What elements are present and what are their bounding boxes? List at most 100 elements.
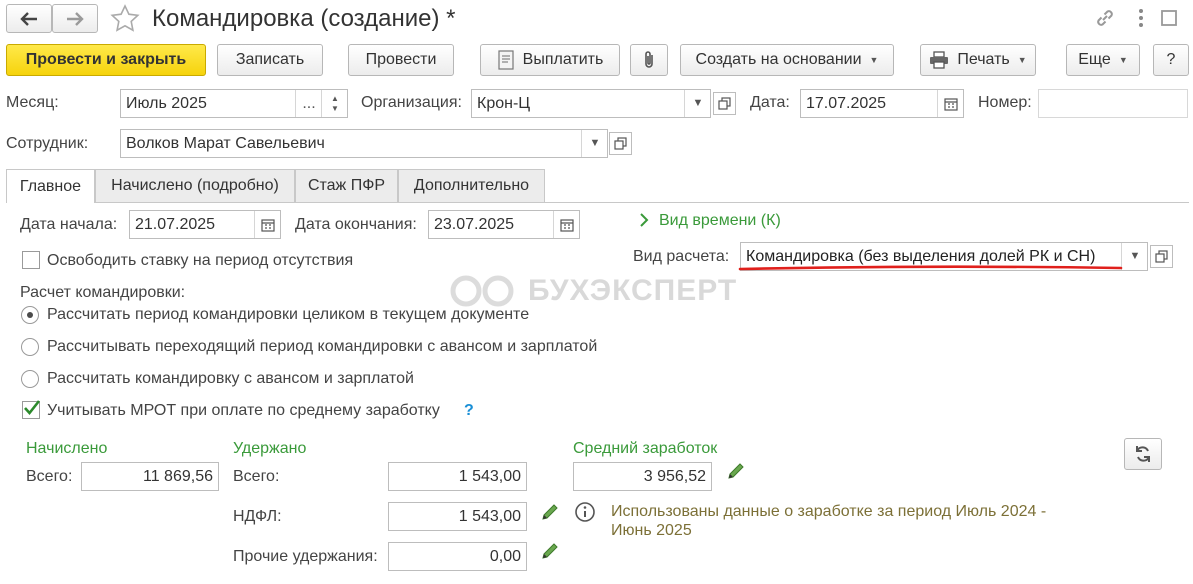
watermark-text: БУХЭКСПЕРТ (528, 274, 738, 307)
document-icon (498, 50, 514, 70)
attach-button[interactable] (630, 44, 668, 76)
radio-option-3[interactable] (21, 370, 39, 388)
start-date-field[interactable]: 21.07.2025 (129, 210, 281, 239)
radio-option-1[interactable] (21, 306, 39, 324)
chevron-up-icon[interactable]: ▲ (331, 94, 339, 104)
calendar-icon[interactable] (254, 211, 280, 238)
maximize-icon[interactable] (1159, 8, 1179, 28)
free-rate-label: Освободить ставку на период отсутствия (47, 252, 354, 269)
pencil-icon[interactable] (540, 541, 560, 561)
end-date-label: Дата окончания: (295, 216, 417, 233)
end-date-field[interactable]: 23.07.2025 (428, 210, 580, 239)
calendar-icon[interactable] (553, 211, 579, 238)
withheld-total-field[interactable]: 1 543,00 (388, 462, 527, 491)
print-label: Печать (957, 51, 1010, 68)
tab-pfr-service[interactable]: Стаж ПФР (295, 169, 398, 202)
refresh-button[interactable] (1124, 438, 1162, 470)
chevron-down-icon[interactable]: ▼ (331, 104, 339, 114)
start-date-value: 21.07.2025 (135, 216, 216, 233)
radio-option-2-label: Рассчитывать переходящий период командир… (47, 338, 598, 355)
avg-earnings-field[interactable]: 3 956,52 (573, 462, 712, 491)
end-date-value: 23.07.2025 (434, 216, 515, 233)
date-label: Дата: (750, 94, 790, 111)
open-icon (1155, 250, 1168, 263)
print-button[interactable]: Печать ▼ (920, 44, 1036, 76)
printer-icon (930, 51, 949, 69)
start-date-label: Дата начала: (20, 216, 118, 233)
tab-accrued-detail[interactable]: Начислено (подробно) (95, 169, 295, 202)
mrot-help-icon[interactable]: ? (464, 401, 474, 421)
other-withholding-field[interactable]: 0,00 (388, 542, 527, 571)
open-calc-type-button[interactable] (1150, 245, 1173, 268)
watermark-logo-icon (450, 275, 514, 307)
chevron-down-icon[interactable]: ▼ (581, 130, 607, 157)
more-vert-icon[interactable] (1134, 6, 1148, 30)
org-field[interactable]: Крон-Ц ▼ (471, 89, 711, 118)
arrow-left-icon (20, 11, 37, 26)
avg-earnings-title: Средний заработок (573, 440, 718, 457)
create-based-label: Создать на основании (695, 51, 862, 68)
open-icon (718, 97, 731, 110)
chevron-right-icon[interactable] (638, 212, 650, 228)
org-label: Организация: (361, 94, 462, 111)
earnings-info-text: Использованы данные о заработке за перио… (611, 503, 1047, 539)
window-title: Командировка (создание) * (152, 5, 456, 32)
tab-main[interactable]: Главное (6, 169, 95, 203)
month-field[interactable]: Июль 2025 ... ▲ ▼ (120, 89, 348, 118)
pencil-icon[interactable] (540, 502, 560, 522)
tabs-baseline (6, 202, 1189, 203)
accrued-total-label: Всего: (26, 468, 73, 485)
employee-field[interactable]: Волков Марат Савельевич ▼ (120, 129, 608, 158)
free-rate-checkbox[interactable] (22, 251, 40, 269)
org-value: Крон-Ц (477, 95, 531, 112)
open-icon (614, 137, 627, 150)
post-button[interactable]: Провести (348, 44, 454, 76)
save-button[interactable]: Записать (217, 44, 323, 76)
month-stepper[interactable]: ▲ ▼ (321, 90, 347, 117)
open-org-button[interactable] (713, 92, 736, 115)
date-field[interactable]: 17.07.2025 (800, 89, 964, 118)
tab-additional[interactable]: Дополнительно (398, 169, 545, 202)
number-label: Номер: (978, 94, 1032, 111)
pencil-icon[interactable] (726, 461, 746, 481)
date-value: 17.07.2025 (806, 95, 887, 112)
accrued-title: Начислено (26, 440, 108, 457)
ndfl-field[interactable]: 1 543,00 (388, 502, 527, 531)
mrot-checkbox[interactable] (22, 400, 41, 419)
arrow-right-icon (67, 11, 84, 26)
radio-option-1-label: Рассчитать период командировки целиком в… (47, 306, 530, 323)
time-type-link[interactable]: Вид времени (К) (659, 211, 781, 231)
back-button[interactable] (6, 4, 52, 33)
paperclip-icon (645, 51, 653, 68)
star-icon[interactable] (110, 4, 140, 34)
more-button[interactable]: Еще ▼ (1066, 44, 1140, 76)
withheld-total-label: Всего: (233, 468, 280, 485)
number-field[interactable] (1038, 89, 1188, 118)
create-based-button[interactable]: Создать на основании ▼ (680, 44, 894, 76)
chevron-down-icon[interactable]: ▼ (1121, 243, 1147, 270)
accrued-total-field[interactable]: 11 869,56 (81, 462, 219, 491)
info-icon (575, 502, 595, 522)
chevron-down-icon[interactable]: ▼ (684, 90, 710, 117)
month-select-button[interactable]: ... (295, 90, 322, 117)
mrot-label: Учитывать МРОТ при оплате по среднему за… (47, 402, 440, 419)
month-label: Месяц: (6, 94, 59, 111)
other-withholding-label: Прочие удержания: (233, 548, 378, 565)
open-employee-button[interactable] (609, 132, 632, 155)
chevron-down-icon: ▼ (869, 55, 879, 65)
pay-button-label: Выплатить (522, 51, 604, 68)
calc-type-label: Вид расчета: (633, 248, 730, 265)
post-and-close-button[interactable]: Провести и закрыть (6, 44, 206, 76)
withheld-title: Удержано (233, 440, 307, 457)
pay-button[interactable]: Выплатить (480, 44, 620, 76)
forward-button[interactable] (52, 4, 98, 33)
link-icon[interactable] (1093, 6, 1117, 30)
radio-option-2[interactable] (21, 338, 39, 356)
employee-value: Волков Марат Савельевич (126, 135, 325, 152)
help-button[interactable]: ? (1153, 44, 1189, 76)
calendar-icon[interactable] (937, 90, 963, 117)
refresh-icon (1136, 446, 1150, 462)
month-value: Июль 2025 (126, 95, 207, 112)
employee-label: Сотрудник: (6, 135, 89, 152)
radio-option-3-label: Рассчитать командировку с авансом и зарп… (47, 370, 414, 387)
